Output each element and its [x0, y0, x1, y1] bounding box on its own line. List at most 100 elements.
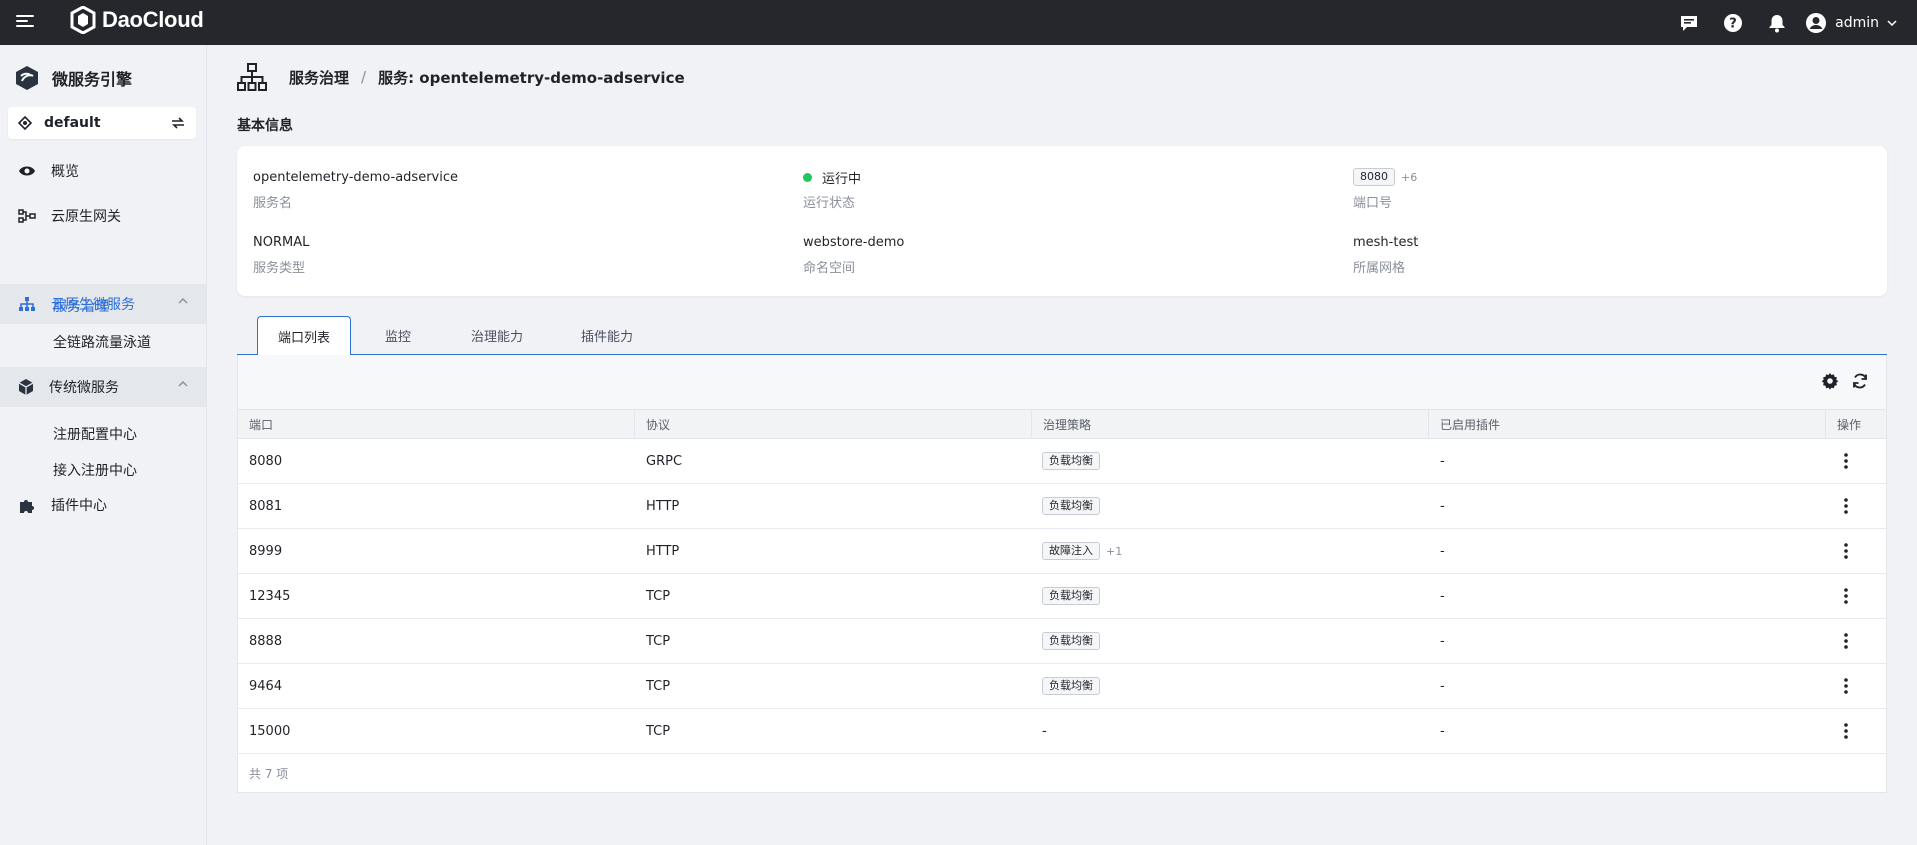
mesh-cell: mesh-test 所属网格 — [1353, 233, 1419, 277]
service-name-label: 服务名 — [253, 196, 293, 211]
switch-icon[interactable] — [170, 116, 186, 130]
column-header-actions: 操作 — [1837, 417, 1862, 432]
more-actions-icon[interactable] — [1836, 541, 1856, 561]
protocol-cell: HTTP — [646, 498, 680, 514]
section-title: 基本信息 — [237, 118, 293, 134]
breadcrumb-root[interactable]: 服务治理 — [289, 67, 349, 88]
policy-tag: 负载均衡 — [1042, 677, 1100, 695]
topbar-actions: ? admin — [1667, 0, 1897, 45]
more-actions-icon[interactable] — [1836, 631, 1856, 651]
nav-overview[interactable]: 概览 — [0, 151, 206, 191]
mesh-label: 所属网格 — [1353, 261, 1406, 276]
service-name-cell: opentelemetry-demo-adservice 服务名 — [253, 168, 458, 212]
plugins-cell: - — [1440, 723, 1445, 739]
status-label: 运行状态 — [803, 196, 856, 211]
plugins-cell: - — [1440, 633, 1445, 649]
port-cell: 8081 — [249, 498, 283, 514]
nav-service-governance[interactable]: 服务治理 — [53, 296, 109, 316]
column-header-protocol: 协议 — [635, 410, 1032, 438]
policy-cell: 负载均衡 — [1032, 439, 1429, 483]
daocloud-logo-icon — [70, 6, 96, 34]
plugins-cell: - — [1440, 678, 1445, 694]
protocol-cell: TCP — [646, 723, 671, 739]
tab-bar: 端口列表 监控 治理能力 插件能力 — [237, 316, 1887, 356]
port-cell: 9464 — [249, 678, 283, 694]
microservice-engine-icon — [16, 66, 38, 90]
port-tag: 8080 — [1353, 168, 1395, 186]
policy-empty: - — [1042, 723, 1047, 739]
policy-tag: 负载均衡 — [1042, 587, 1100, 605]
nav-traditional-microservice[interactable]: 传统微服务 — [0, 367, 206, 407]
chevron-down-icon — [1887, 19, 1897, 26]
port-table-card: 端口 协议 治理策略 已启用插件 操作 8080 GRPC 负载均衡 - 8081 HTT… — [237, 355, 1887, 793]
table-row: 8999 HTTP 故障注入 +1 - — [238, 529, 1886, 574]
policy-more[interactable]: +1 — [1106, 545, 1122, 558]
policy-tag: 故障注入 — [1042, 542, 1100, 560]
table-header: 端口 协议 治理策略 已启用插件 操作 — [238, 409, 1886, 439]
table-footer: 共 7 项 — [238, 754, 1886, 792]
user-menu[interactable]: admin — [1805, 12, 1897, 34]
table-row: 9464 TCP 负载均衡 - — [238, 664, 1886, 709]
port-more[interactable]: +6 — [1401, 171, 1417, 184]
puzzle-icon — [20, 500, 34, 513]
policy-tag: 负载均衡 — [1042, 452, 1100, 470]
service-type-cell: NORMAL 服务类型 — [253, 233, 309, 277]
more-actions-icon[interactable] — [1836, 496, 1856, 516]
eye-icon — [19, 166, 35, 176]
workspace-icon — [18, 116, 32, 130]
nav-plugin-center[interactable]: 插件中心 — [0, 485, 206, 525]
workspace-selector[interactable]: default — [8, 107, 196, 139]
tab-port-list[interactable]: 端口列表 — [257, 316, 351, 356]
refresh-icon[interactable] — [1850, 371, 1870, 391]
more-actions-icon[interactable] — [1836, 586, 1856, 606]
breadcrumb-current: 服务: opentelemetry-demo-adservice — [378, 68, 685, 87]
table-row: 8888 TCP 负载均衡 - — [238, 619, 1886, 664]
nav-traffic-lane[interactable]: 全链路流量泳道 — [53, 332, 151, 352]
settings-gear-icon[interactable] — [1820, 371, 1840, 391]
module-title: 微服务引擎 — [14, 65, 132, 91]
port-cell: 15000 — [249, 723, 291, 739]
protocol-cell: GRPC — [646, 453, 683, 469]
policy-cell: 负载均衡 — [1032, 574, 1429, 618]
policy-cell: - — [1032, 709, 1429, 753]
cube-icon — [18, 379, 34, 395]
policy-cell: 故障注入 +1 — [1032, 529, 1429, 573]
policy-tag: 负载均衡 — [1042, 497, 1100, 515]
plugins-cell: - — [1440, 498, 1445, 514]
nav-registry-config-center[interactable]: 注册配置中心 — [53, 424, 137, 444]
nav-access-registry[interactable]: 接入注册中心 — [53, 460, 137, 480]
plugins-cell: - — [1440, 543, 1445, 559]
policy-cell: 负载均衡 — [1032, 664, 1429, 708]
help-icon[interactable]: ? — [1711, 0, 1755, 45]
tab-governance[interactable]: 治理能力 — [447, 316, 547, 355]
namespace-label: 命名空间 — [803, 261, 856, 276]
protocol-cell: TCP — [646, 588, 671, 604]
tab-plugins[interactable]: 插件能力 — [557, 316, 657, 355]
mesh-value: mesh-test — [1353, 234, 1419, 250]
user-avatar-icon — [1806, 12, 1827, 33]
tab-monitoring[interactable]: 监控 — [367, 316, 429, 355]
status-cell: 运行中 运行状态 — [803, 168, 861, 211]
message-icon[interactable] — [1667, 0, 1711, 45]
status-dot — [803, 172, 812, 182]
more-actions-icon[interactable] — [1836, 451, 1856, 471]
brand-logo[interactable]: DaoCloud — [70, 6, 204, 34]
bell-icon[interactable] — [1755, 0, 1799, 45]
column-header-plugins: 已启用插件 — [1429, 410, 1826, 438]
menu-icon[interactable] — [16, 12, 34, 32]
table-row: 8080 GRPC 负载均衡 - — [238, 439, 1886, 484]
sitemap-icon — [19, 297, 35, 311]
more-actions-icon[interactable] — [1836, 676, 1856, 696]
plugins-cell: - — [1440, 588, 1445, 604]
port-cell: 8999 — [249, 543, 283, 559]
protocol-cell: TCP — [646, 633, 671, 649]
workspace-name: default — [44, 115, 101, 131]
brand-name: DaoCloud — [102, 7, 204, 32]
plugins-cell: - — [1440, 453, 1445, 469]
more-actions-icon[interactable] — [1836, 721, 1856, 741]
table-row: 15000 TCP - - — [238, 709, 1886, 754]
sitemap-icon — [237, 63, 267, 91]
nav-cloud-gateway[interactable]: 云原生网关 — [0, 196, 206, 236]
service-type-label: 服务类型 — [253, 261, 306, 276]
chevron-up-icon — [178, 298, 188, 304]
